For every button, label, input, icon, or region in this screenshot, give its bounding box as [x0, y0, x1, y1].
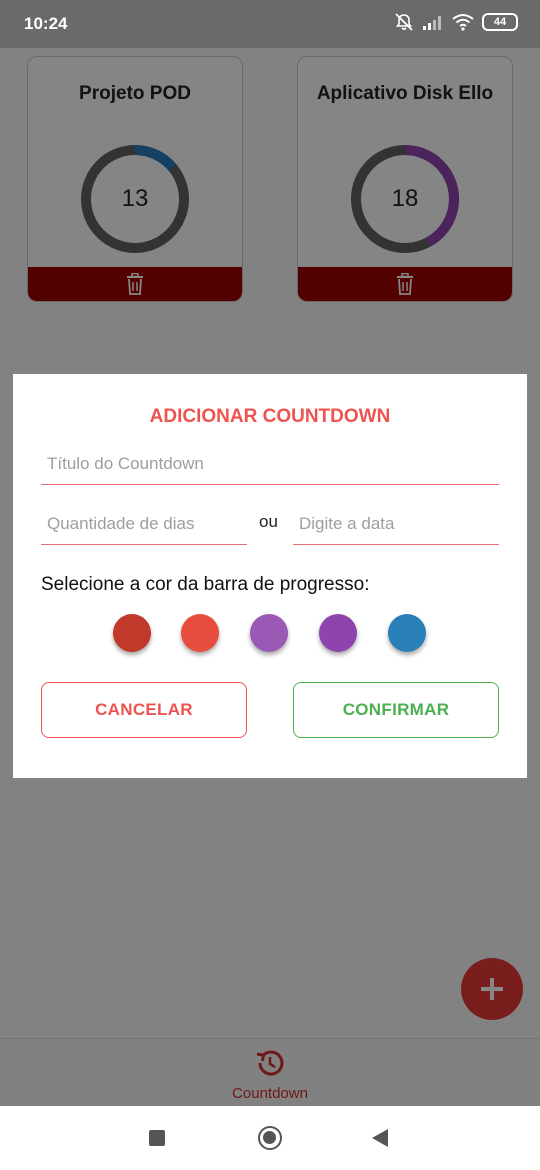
- title-input[interactable]: [41, 454, 499, 485]
- color-swatch[interactable]: [319, 614, 357, 652]
- notifications-off-icon: [394, 12, 414, 32]
- cancel-button[interactable]: CANCELAR: [41, 682, 247, 738]
- home-button[interactable]: [258, 1126, 282, 1150]
- color-swatch[interactable]: [181, 614, 219, 652]
- signal-icon: [422, 14, 444, 30]
- add-countdown-dialog: ADICIONAR COUNTDOWN ou Selecione a cor d…: [13, 374, 527, 778]
- dialog-title: ADICIONAR COUNTDOWN: [149, 406, 391, 427]
- recents-button[interactable]: [149, 1130, 165, 1146]
- color-swatch[interactable]: [250, 614, 288, 652]
- wifi-icon: [452, 13, 474, 31]
- confirm-button[interactable]: CONFIRMAR: [293, 682, 499, 738]
- back-button[interactable]: [372, 1129, 388, 1147]
- color-swatch[interactable]: [113, 614, 151, 652]
- system-nav-bar: [0, 1106, 540, 1170]
- battery-icon: 44: [482, 13, 518, 31]
- or-label: ou: [259, 512, 278, 531]
- status-time: 10:24: [24, 14, 68, 33]
- date-input[interactable]: [293, 514, 499, 545]
- color-prompt: Selecione a cor da barra de progresso:: [41, 574, 370, 595]
- color-swatch[interactable]: [388, 614, 426, 652]
- status-bar: 10:24 44: [0, 0, 540, 48]
- days-input[interactable]: [41, 514, 247, 545]
